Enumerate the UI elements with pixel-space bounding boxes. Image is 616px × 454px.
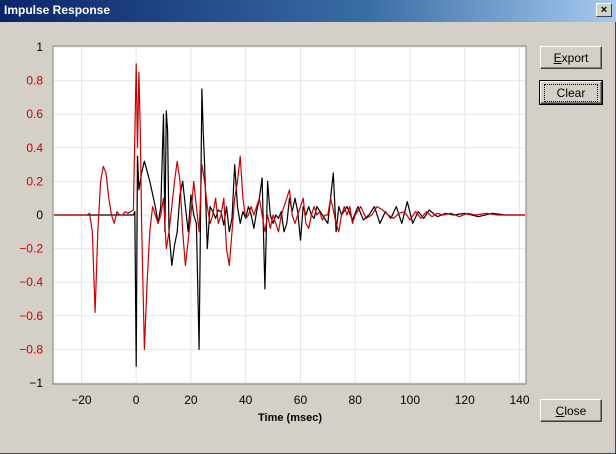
x-axis-label: Time (msec) — [258, 412, 322, 424]
x-tick-label: 20 — [184, 393, 198, 407]
y-tick-label: 1 — [36, 40, 43, 54]
y-tick-label: 0.2 — [26, 174, 43, 188]
window-title: Impulse Response — [4, 3, 111, 17]
x-tick-labels: −20 0 20 40 60 80 100 120 140 — [71, 393, 530, 407]
clear-button-label: Clear — [556, 85, 586, 100]
y-tick-label: −1 — [29, 376, 43, 390]
y-tick-label: 0.4 — [26, 141, 43, 155]
y-tick-labels: 1 0.8 0.6 0.4 0.2 0 −0.2 −0.4 −0.6 −0.8 −1 — [19, 40, 43, 390]
title-bar[interactable]: Impulse Response × — [0, 0, 616, 22]
export-button-label: Export — [553, 50, 589, 65]
close-button[interactable]: Close — [540, 399, 602, 422]
x-tick-label: 0 — [133, 393, 140, 407]
y-tick-label: 0.8 — [26, 74, 43, 88]
x-tick-label: −20 — [71, 393, 92, 407]
impulse-response-chart: 1 0.8 0.6 0.4 0.2 0 −0.2 −0.4 −0.6 −0.8 −1 −20 0 20 4… — [19, 40, 530, 424]
y-tick-label: −0.6 — [19, 309, 43, 323]
x-tick-label: 80 — [349, 393, 363, 407]
impulse-response-window: Impulse Response × 1 0.8 0.6 0.4 0.2 0 −0.2 −0.… — [0, 0, 616, 454]
x-tick-label: 100 — [400, 393, 420, 407]
y-tick-label: −0.8 — [19, 342, 43, 356]
y-tick-label: 0.6 — [26, 107, 43, 121]
y-tick-label: −0.4 — [19, 275, 43, 289]
x-tick-label: 40 — [239, 393, 253, 407]
clear-button[interactable]: Clear — [539, 80, 603, 105]
x-tick-label: 120 — [455, 393, 475, 407]
y-tick-label: 0 — [36, 208, 43, 222]
close-window-button[interactable]: × — [596, 3, 612, 17]
close-icon: × — [600, 3, 608, 16]
x-tick-label: 140 — [510, 393, 530, 407]
y-tick-label: −0.2 — [19, 242, 43, 256]
export-button[interactable]: Export — [540, 46, 602, 69]
close-button-label: Close — [555, 403, 587, 418]
x-tick-label: 60 — [294, 393, 308, 407]
